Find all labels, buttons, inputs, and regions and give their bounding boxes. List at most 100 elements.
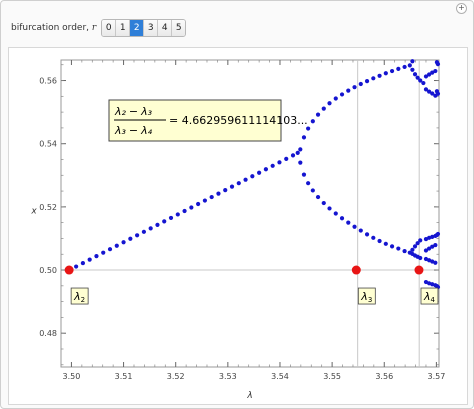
data-point bbox=[87, 257, 92, 262]
data-point bbox=[284, 156, 289, 161]
data-point bbox=[301, 172, 307, 177]
data-point bbox=[121, 240, 126, 245]
data-point bbox=[306, 126, 311, 131]
data-point bbox=[148, 226, 153, 231]
x-tick-label: 3.53 bbox=[219, 372, 237, 381]
order-setter-bar: 0 1 2 3 4 5 bbox=[101, 19, 187, 37]
data-point bbox=[315, 112, 321, 117]
data-point bbox=[263, 167, 269, 172]
plus-icon[interactable]: + bbox=[456, 3, 467, 14]
data-point bbox=[435, 231, 441, 237]
data-point bbox=[101, 250, 106, 255]
data-point bbox=[301, 135, 307, 140]
data-point bbox=[107, 247, 113, 252]
data-point bbox=[407, 63, 412, 68]
data-point bbox=[216, 191, 221, 196]
data-point bbox=[327, 101, 332, 106]
data-point bbox=[371, 235, 376, 240]
data-point bbox=[128, 236, 133, 241]
data-point bbox=[168, 215, 174, 221]
control-label: bifurcation order, r bbox=[11, 23, 97, 33]
data-point bbox=[418, 238, 423, 243]
data-point bbox=[418, 255, 423, 261]
data-point bbox=[175, 212, 180, 217]
formula-numerator: λ₂ − λ₃ bbox=[114, 105, 153, 118]
x-axis-label: λ bbox=[246, 391, 252, 401]
data-point bbox=[339, 92, 345, 97]
data-point bbox=[410, 247, 415, 252]
data-point bbox=[327, 206, 332, 211]
data-point bbox=[298, 147, 303, 152]
data-point bbox=[298, 160, 303, 165]
data-point bbox=[295, 150, 300, 155]
bifurcation-marker-4 bbox=[414, 265, 424, 275]
data-point bbox=[333, 211, 338, 216]
data-point bbox=[352, 224, 357, 229]
data-point bbox=[196, 201, 201, 207]
data-point bbox=[433, 68, 438, 74]
bifurcation-marker-3 bbox=[351, 265, 361, 275]
data-point bbox=[396, 66, 401, 71]
data-point bbox=[223, 188, 228, 193]
y-axis-label: x bbox=[30, 207, 37, 217]
data-point bbox=[74, 264, 79, 269]
data-point bbox=[364, 232, 370, 237]
order-button-1[interactable]: 1 bbox=[116, 20, 131, 36]
data-point bbox=[402, 64, 407, 70]
data-point bbox=[433, 260, 438, 265]
data-point bbox=[412, 72, 418, 77]
data-point bbox=[209, 194, 214, 200]
data-point bbox=[339, 216, 345, 221]
data-point bbox=[189, 205, 194, 210]
x-tick-label: 3.51 bbox=[115, 372, 133, 381]
data-point bbox=[310, 119, 315, 124]
data-point bbox=[433, 242, 438, 248]
data-point bbox=[377, 73, 382, 78]
data-point bbox=[321, 106, 326, 111]
data-point bbox=[435, 62, 441, 67]
bifurcation-chart: 3.50 3.51 3.52 3.53 3.54 3.55 3.56 3.57 0.48 0.50… bbox=[30, 59, 445, 401]
order-button-5[interactable]: 5 bbox=[172, 20, 186, 36]
order-button-3[interactable]: 3 bbox=[144, 20, 159, 36]
data-point bbox=[396, 246, 401, 251]
x-tick-label: 3.52 bbox=[167, 372, 185, 381]
order-button-0[interactable]: 0 bbox=[102, 20, 117, 36]
formula-denominator: λ₃ − λ₄ bbox=[114, 124, 153, 137]
data-point bbox=[182, 208, 187, 214]
data-point bbox=[243, 177, 248, 182]
y-tick-label: 0.48 bbox=[39, 329, 57, 338]
bifurcation-marker-2 bbox=[64, 265, 74, 275]
data-point bbox=[229, 184, 235, 189]
x-tick-label: 3.50 bbox=[63, 372, 81, 381]
data-point bbox=[306, 181, 311, 186]
y-tick-label: 0.54 bbox=[39, 140, 57, 149]
data-point bbox=[421, 80, 426, 86]
formula-box: λ₂ − λ₃ λ₃ − λ₄ = 4.662959611114103... bbox=[108, 99, 308, 142]
data-point bbox=[162, 219, 167, 224]
data-point bbox=[257, 170, 262, 175]
x-tick-label: 3.55 bbox=[323, 372, 341, 381]
y-tick-label: 0.50 bbox=[39, 266, 57, 275]
bifurcation-order-control: bifurcation order, r 0 1 2 3 4 5 bbox=[11, 19, 187, 37]
data-point bbox=[377, 238, 382, 244]
data-point bbox=[358, 81, 363, 87]
data-point bbox=[114, 243, 119, 248]
data-point bbox=[346, 220, 351, 225]
y-tick-label: 0.56 bbox=[39, 77, 57, 86]
y-tick-label: 0.52 bbox=[39, 203, 57, 212]
order-button-2[interactable]: 2 bbox=[130, 20, 145, 36]
data-point bbox=[435, 91, 441, 96]
data-point bbox=[389, 68, 395, 74]
data-point bbox=[352, 85, 357, 90]
data-point bbox=[80, 260, 85, 266]
data-point bbox=[236, 181, 241, 186]
data-point bbox=[94, 254, 99, 259]
data-point bbox=[389, 244, 395, 249]
data-point bbox=[155, 222, 160, 227]
data-point bbox=[321, 200, 326, 206]
data-point bbox=[202, 198, 208, 203]
data-point bbox=[358, 228, 363, 233]
formula-value: = 4.662959611114103... bbox=[169, 114, 308, 127]
order-button-4[interactable]: 4 bbox=[158, 20, 173, 36]
data-point bbox=[277, 160, 282, 165]
